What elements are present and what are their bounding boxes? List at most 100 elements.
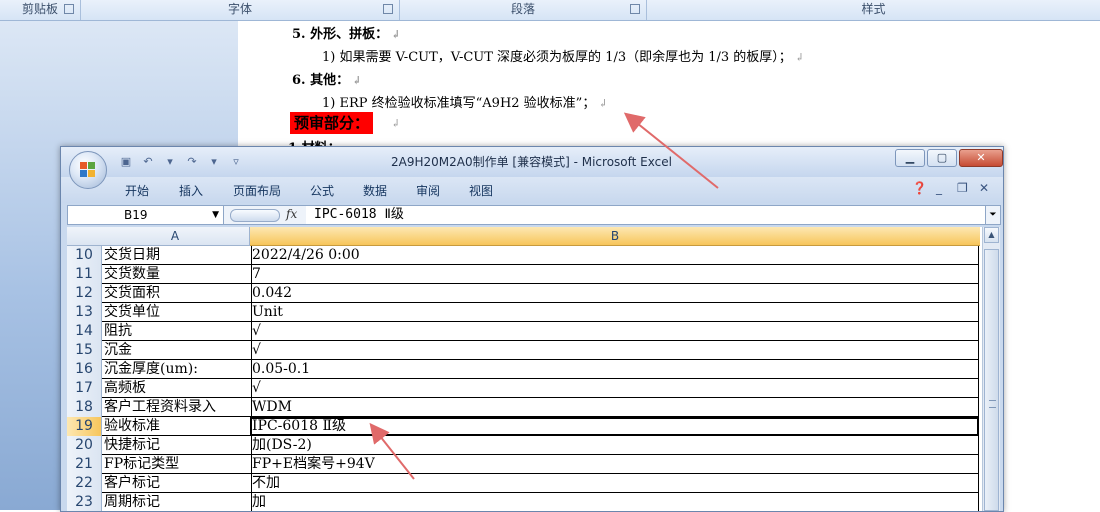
close-button[interactable]: ✕ [959, 149, 1003, 167]
tab-formulas[interactable]: 公式 [310, 182, 334, 199]
row-header[interactable]: 14 [67, 322, 102, 342]
cell-a[interactable]: 交货数量 [102, 265, 252, 284]
row-header[interactable]: 16 [67, 360, 102, 380]
cell-b[interactable]: FP+E档案号+94V [250, 455, 979, 474]
cell-a[interactable]: 交货日期 [102, 246, 252, 265]
undo-dropdown-icon[interactable]: ▾ [161, 154, 179, 170]
row-header[interactable]: 23 [67, 493, 102, 511]
row-header[interactable]: 12 [67, 284, 102, 304]
dialog-launcher-icon[interactable] [64, 4, 74, 14]
table-row[interactable]: 18 客户工程资料录入 WDM [67, 398, 980, 418]
row-header[interactable]: 20 [67, 436, 102, 456]
tab-page-layout[interactable]: 页面布局 [233, 182, 281, 199]
row-header[interactable]: 15 [67, 341, 102, 361]
table-row[interactable]: 13 交货单位 Unit [67, 303, 980, 323]
scroll-up-icon[interactable]: ▲ [984, 227, 999, 243]
table-row[interactable]: 22 客户标记 不加 [67, 474, 980, 494]
cell-b[interactable]: 7 [250, 265, 979, 284]
redo-icon[interactable]: ↷ [183, 154, 201, 170]
help-icon[interactable]: ❓ [912, 181, 927, 195]
ribbon-group-styles[interactable]: 样式 [647, 0, 1100, 20]
office-button[interactable] [69, 151, 107, 189]
table-row[interactable]: 19 验收标准 IPC-6018 Ⅱ级 [67, 417, 980, 437]
cell-b[interactable]: 0.042 [250, 284, 979, 303]
dialog-launcher-icon[interactable] [630, 4, 640, 14]
worksheet-grid[interactable]: A B 10 交货日期 2022/4/26 0:00 11 交货数量 7 12 交货面积 0.0… [67, 227, 1000, 511]
excel-title-bar[interactable]: ▣ ↶ ▾ ↷ ▾ ▿ 2A9H20M2A0制作单 [兼容模式] - Micro… [61, 147, 1003, 177]
cell-a[interactable]: 客户工程资料录入 [102, 398, 252, 417]
grip-icon [989, 400, 996, 408]
workbook-restore-icon[interactable]: ❐ [957, 181, 968, 195]
row-header[interactable]: 21 [67, 455, 102, 475]
table-row[interactable]: 23 周期标记加 [67, 493, 980, 511]
cell-b[interactable]: 不加 [250, 474, 979, 493]
tab-view[interactable]: 视图 [469, 182, 493, 199]
maximize-button[interactable]: ▢ [927, 149, 957, 167]
dialog-launcher-icon[interactable] [383, 4, 393, 14]
cell-b[interactable]: WDM [250, 398, 979, 417]
name-box-resize-handle[interactable] [230, 209, 280, 222]
tab-insert[interactable]: 插入 [179, 182, 203, 199]
save-icon[interactable]: ▣ [117, 154, 135, 170]
tab-review[interactable]: 审阅 [416, 182, 440, 199]
table-row[interactable]: 12 交货面积 0.042 [67, 284, 980, 304]
row-header[interactable]: 11 [67, 265, 102, 285]
row-header[interactable]: 22 [67, 474, 102, 494]
table-row[interactable]: 20 快捷标记 加(DS-2) [67, 436, 980, 456]
tab-data[interactable]: 数据 [363, 182, 387, 199]
cell-b[interactable]: 2022/4/26 0:00 [250, 246, 979, 265]
row-header[interactable]: 13 [67, 303, 102, 323]
table-row[interactable]: 11 交货数量 7 [67, 265, 980, 285]
cell-b[interactable]: 加(DS-2) [250, 436, 979, 455]
cell-b[interactable]: Unit [250, 303, 979, 322]
cell-b[interactable]: 0.05-0.1 [250, 360, 979, 379]
cell-a[interactable]: 交货单位 [102, 303, 252, 322]
cell-a[interactable]: 沉金厚度(um): [102, 360, 252, 379]
row-header[interactable]: 18 [67, 398, 102, 418]
row-header[interactable]: 19 [67, 417, 102, 437]
redo-dropdown-icon[interactable]: ▾ [205, 154, 223, 170]
cell-a[interactable]: 周期标记 [102, 493, 252, 511]
cell-b[interactable]: √ [250, 379, 979, 398]
customize-qat-icon[interactable]: ▿ [227, 154, 245, 170]
cell-a[interactable]: FP标记类型 [102, 455, 252, 474]
table-row[interactable]: 17 高频板 √ [67, 379, 980, 399]
cell-b[interactable]: √ [250, 322, 979, 341]
table-row[interactable]: 21 FP标记类型 FP+E档案号+94V [67, 455, 980, 475]
cell-b[interactable]: 加 [250, 493, 979, 511]
minimize-button[interactable]: ▁ [895, 149, 925, 167]
undo-icon[interactable]: ↶ [139, 154, 157, 170]
cell-a[interactable]: 沉金 [102, 341, 252, 360]
formula-input[interactable]: IPC-6018 Ⅱ级 [314, 206, 404, 224]
insert-function-icon[interactable]: fx [286, 207, 297, 221]
chevron-down-icon[interactable]: ▼ [212, 206, 219, 224]
tab-home[interactable]: 开始 [125, 182, 149, 199]
cell-b-selected[interactable]: IPC-6018 Ⅱ级 [250, 417, 979, 436]
expand-formula-bar-icon[interactable]: ⏷ [985, 206, 1000, 224]
cell-a[interactable]: 阻抗 [102, 322, 252, 341]
row-header[interactable]: 10 [67, 246, 102, 266]
ribbon-group-paragraph[interactable]: 段落 [400, 0, 647, 20]
cell-a[interactable]: 快捷标记 [102, 436, 252, 455]
cell-a[interactable]: 高频板 [102, 379, 252, 398]
workbook-minimize-icon[interactable]: _ [936, 181, 942, 195]
excel-window[interactable]: ▣ ↶ ▾ ↷ ▾ ▿ 2A9H20M2A0制作单 [兼容模式] - Micro… [60, 146, 1004, 512]
cell-b[interactable]: √ [250, 341, 979, 360]
vertical-scrollbar[interactable]: ▲ [982, 227, 1000, 511]
cell-a[interactable]: 客户标记 [102, 474, 252, 493]
column-header-b[interactable]: B [250, 227, 980, 246]
table-row[interactable]: 14 阻抗 √ [67, 322, 980, 342]
row-header[interactable]: 17 [67, 379, 102, 399]
select-all-corner[interactable] [67, 227, 102, 246]
ribbon-group-clipboard[interactable]: 剪贴板 [0, 0, 81, 20]
column-header-a[interactable]: A [101, 227, 250, 246]
table-row[interactable]: 16 沉金厚度(um): 0.05-0.1 [67, 360, 980, 380]
scroll-thumb[interactable] [984, 249, 999, 511]
cell-a[interactable]: 交货面积 [102, 284, 252, 303]
ribbon-group-font[interactable]: 字体 [81, 0, 400, 20]
workbook-close-icon[interactable]: ✕ [979, 181, 989, 195]
table-row[interactable]: 15 沉金 √ [67, 341, 980, 361]
cell-a[interactable]: 验收标准 [102, 417, 252, 436]
table-row[interactable]: 10 交货日期 2022/4/26 0:00 [67, 246, 980, 266]
name-box[interactable]: B19 ▼ [68, 206, 224, 224]
